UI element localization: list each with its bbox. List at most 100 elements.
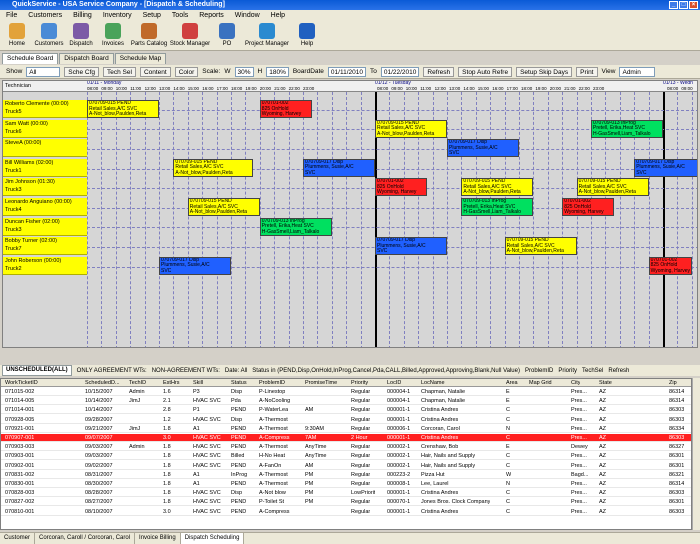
filter-tab[interactable]: NON-AGREEMENT WTs: — [152, 368, 220, 374]
technician-row[interactable]: Leonardo Anguiano (00:00) Truck4 — [3, 198, 87, 216]
technician-row[interactable]: SteveA (00:00) — [3, 139, 87, 158]
column-header[interactable]: LocName — [421, 379, 445, 387]
job-block[interactable]: 070709-015 PEND Retail Sales,A/C SVC A-Not… — [187, 198, 260, 216]
filter-tab[interactable]: ProblemID — [525, 368, 553, 374]
column-header[interactable]: State — [599, 379, 612, 387]
toolbar-po-button[interactable]: PO — [212, 21, 242, 50]
column-header[interactable]: EstHrs — [163, 379, 180, 387]
color-button[interactable]: Color — [174, 66, 199, 77]
stop-auto-refresh-button[interactable]: Stop Auto Refre — [458, 66, 513, 77]
filter-tab[interactable]: Priority — [558, 368, 577, 374]
job-block[interactable]: 070709-017 Disp Plummens, Susie,A/C SVC — [634, 158, 697, 177]
content-button[interactable]: Content — [139, 66, 171, 77]
job-block[interactable]: 070709-017 Disp Plummens, Susie,A/C SVC — [375, 237, 447, 256]
table-row[interactable]: 070831-002 08/31/2007 1.8 A1 InProg A-Thermos… — [1, 471, 691, 479]
table-row[interactable]: 071014-001 10/14/2007 2.8 P1 PEND P-WaterLea A… — [1, 406, 691, 415]
technician-row[interactable]: Jim Johnson (01:30) Truck3 — [3, 178, 87, 197]
setup-skip-days-button[interactable]: Setup Skip Days — [516, 66, 573, 77]
window-tab[interactable]: Customer — [0, 533, 36, 544]
filter-tab[interactable]: Status in (PEND,Disp,OnHold,InProg,Cance… — [252, 368, 520, 374]
column-header[interactable]: ProblemID — [259, 379, 285, 387]
show-select[interactable]: All — [26, 66, 61, 77]
job-block[interactable]: 070709-015 PEND Retail Sales,A/C SVC A-Not… — [461, 178, 534, 197]
table-row[interactable]: 070928-005 09/28/2007 1.2 HVAC SVC Disp A-The… — [1, 416, 691, 424]
toolbar-project-manager-button[interactable]: Project Manager — [244, 21, 290, 50]
tab-schedule-board[interactable]: Schedule Board — [2, 53, 59, 64]
column-header[interactable]: City — [571, 379, 580, 387]
table-row[interactable]: 070921-001 09/21/2007 JimJ 1.8 A1 PEND A-Therm… — [1, 425, 691, 433]
column-header[interactable]: Skill — [193, 379, 203, 387]
menu-reports[interactable]: Reports — [199, 10, 224, 21]
table-row[interactable]: 070907-001 09/07/2007 3.0 HVAC SVC PEND A-Com… — [1, 434, 691, 442]
table-row[interactable]: 070827-002 08/27/2007 1.8 HVAC SVC PEND P-Toi… — [1, 498, 691, 507]
job-block[interactable]: 070709-015 PEND Retail Sales,A/C SVC A-Not… — [375, 119, 447, 138]
technician-row[interactable]: John Roberson (00:00) Truck2 — [3, 256, 87, 275]
job-block[interactable]: 070701-002 825 OnHold Wyoming, Harvey — [375, 178, 427, 197]
menu-billing[interactable]: Billing — [73, 10, 92, 21]
menu-customers[interactable]: Customers — [28, 10, 62, 21]
table-row[interactable]: 070903-003 09/03/2007 Admin 1.8 HVAC SVC PEND… — [1, 443, 691, 452]
column-header[interactable]: ScheduledD... — [85, 379, 120, 387]
tab-dispatch-board[interactable]: Dispatch Board — [59, 53, 114, 64]
refresh-button[interactable]: Refresh — [423, 66, 455, 77]
filter-tab[interactable]: TechSel — [582, 368, 603, 374]
job-block[interactable]: 070701-002 825 OnHold Wyoming, Harvey — [259, 100, 312, 118]
menu-inventory[interactable]: Inventory — [103, 10, 132, 21]
column-header[interactable]: WorkTicketID — [5, 379, 38, 387]
technician-row[interactable]: Roberto Clemente (00:00) Truck5 — [3, 100, 87, 118]
table-scrollbar[interactable] — [692, 378, 700, 530]
to-date-input[interactable]: 01/22/2010 — [380, 66, 420, 77]
height-scale-select[interactable]: 180% — [266, 66, 289, 77]
toolbar-help-button[interactable]: Help — [292, 21, 322, 50]
minimize-button[interactable]: _ — [669, 1, 678, 9]
sche-cfg-button[interactable]: Sche Cfg — [64, 66, 100, 77]
tab-schedule-map[interactable]: Schedule Map — [114, 53, 167, 64]
width-scale-select[interactable]: 30% — [234, 66, 254, 77]
column-header[interactable]: Map Grid — [529, 379, 552, 387]
window-tab[interactable]: Invoice Billing — [135, 533, 181, 544]
technician-row[interactable]: Bill Williams (02:00) Truck1 — [3, 158, 87, 177]
filter-tab[interactable]: Date: All — [225, 368, 247, 374]
technician-row[interactable]: Duncan Fisher (02:00) Truck3 — [3, 217, 87, 236]
window-tab[interactable]: Dispatch Scheduling — [180, 533, 245, 544]
technician-row[interactable]: Sam Watt (00:00) Truck6 — [3, 119, 87, 138]
technician-row[interactable]: Bobby Turner (02:00) Truck7 — [3, 237, 87, 256]
toolbar-invoices-button[interactable]: Invoices — [98, 21, 128, 50]
column-header[interactable]: LocID — [387, 379, 401, 387]
job-block[interactable]: 070709-017 Disp Plummens, Susie,A/C SVC — [447, 139, 519, 158]
close-button[interactable]: × — [689, 1, 698, 9]
job-block[interactable]: 070709-015 PEND Retail Sales,A/C SVC A-Not… — [173, 158, 253, 177]
job-block[interactable]: 070701-002 825 OnHold Wyoming, Harvey — [562, 198, 615, 216]
column-header[interactable]: PromiseTime — [305, 379, 337, 387]
maximize-button[interactable]: □ — [679, 1, 688, 9]
menu-setup[interactable]: Setup — [143, 10, 161, 21]
window-tab[interactable]: Corcoran, Caroll / Corcoran, Carol — [35, 533, 136, 544]
from-date-input[interactable]: 01/11/2010 — [327, 66, 366, 77]
job-block[interactable]: 070709-013 InProg Pretell, Erika,Heat SVC… — [461, 198, 534, 216]
table-row[interactable]: 070828-003 08/28/2007 1.8 HVAC SVC Disp A-Not… — [1, 489, 691, 498]
job-block[interactable]: 070709-015 PEND Retail Sales,A/C SVC A-Not… — [87, 100, 159, 118]
menu-help[interactable]: Help — [271, 10, 285, 21]
toolbar-parts-catalog-button[interactable]: Parts Catalog — [130, 21, 168, 50]
job-block[interactable]: 070709-017 Disp Plummens, Susie,A/C SVC — [303, 158, 375, 177]
table-row[interactable]: 070830-001 08/30/2007 1.8 A1 PEND A-Thermost P… — [1, 480, 691, 488]
column-header[interactable]: Area — [506, 379, 518, 387]
job-block[interactable]: 070709-013 InProg Pretell, Erika,Heat SVC… — [259, 217, 332, 236]
table-row[interactable]: 071014-005 10/14/2007 JimJ 2.1 HVAC SVC Pda A-… — [1, 397, 691, 406]
menu-file[interactable]: File — [6, 10, 17, 21]
table-row[interactable]: 070902-001 09/02/2007 1.8 HVAC SVC PEND A-Fan… — [1, 462, 691, 470]
toolbar-customers-button[interactable]: Customers — [34, 21, 64, 50]
table-row[interactable]: 070810-001 08/10/2007 3.0 HVAC SVC PEND A-Com… — [1, 508, 691, 516]
column-header[interactable]: Status — [231, 379, 247, 387]
job-block[interactable]: 070709-015 PEND Retail Sales,A/C SVC A-Not… — [504, 237, 577, 256]
column-header[interactable]: Priority — [351, 379, 368, 387]
job-block[interactable]: 070709-015 PEND Retail Sales,A/C SVC A-Not… — [576, 178, 649, 197]
menu-tools[interactable]: Tools — [172, 10, 188, 21]
toolbar-dispatch-button[interactable]: Dispatch — [66, 21, 96, 50]
filter-tab[interactable]: UNSCHEDULED(ALL) — [2, 365, 72, 376]
table-row[interactable]: 070903-001 09/03/2007 1.8 HVAC SVC Billed H-N… — [1, 452, 691, 461]
job-block[interactable]: 070701-002 825 OnHold Wyoming, Harvey — [648, 256, 692, 275]
tech-sel-button[interactable]: Tech Sel — [103, 66, 136, 77]
menu-window[interactable]: Window — [235, 10, 260, 21]
filter-tab[interactable]: Refresh — [608, 368, 629, 374]
